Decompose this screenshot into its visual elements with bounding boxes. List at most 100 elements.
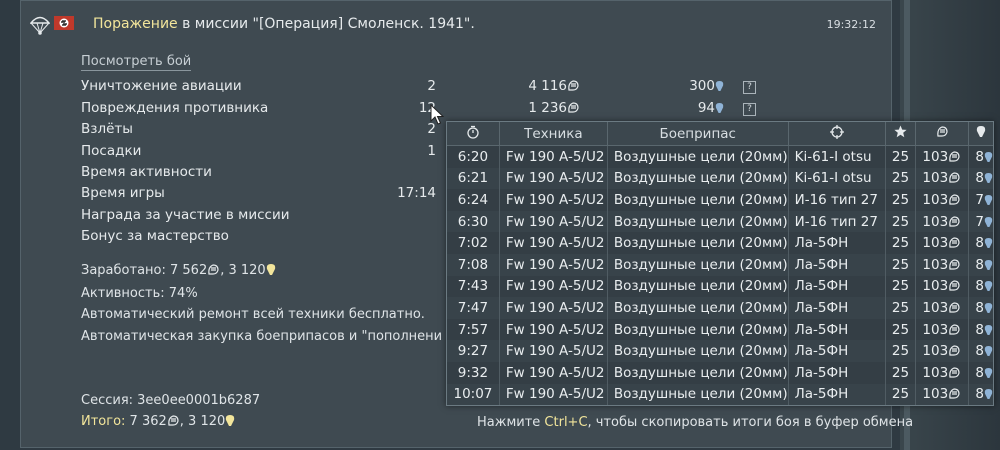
kill-ammo: Воздушные цели (20мм) xyxy=(607,383,789,406)
kill-score: 25 xyxy=(885,167,917,190)
col-score xyxy=(885,122,917,146)
col-vehicle: Техника xyxy=(499,122,608,146)
lion-icon xyxy=(937,126,948,137)
ctrl-c-key: Ctrl+C xyxy=(544,415,588,430)
kill-lions: 103 xyxy=(915,210,970,233)
kill-target: Ла-5ФН xyxy=(788,232,886,254)
stat-count: 2 xyxy=(427,78,436,94)
target-icon xyxy=(829,124,844,139)
research-point-icon xyxy=(984,367,993,378)
kill-rp: 8 xyxy=(969,362,993,384)
message-time: 19:32:12 xyxy=(826,18,876,31)
kill-vehicle: Fw 190 A-5/U2 xyxy=(499,167,608,190)
stat-label: Награда за участие в миссии xyxy=(81,207,290,223)
kill-rp: 8 xyxy=(968,167,993,190)
kill-row: 7:08 Fw 190 A-5/U2 Воздушные цели (20мм) Ла… xyxy=(447,253,993,276)
lion-icon xyxy=(949,259,960,270)
star-icon xyxy=(894,125,907,138)
stat-label: Посадки xyxy=(81,143,142,159)
view-battle-link[interactable]: Посмотреть бой xyxy=(81,54,192,71)
research-point-icon xyxy=(984,324,993,335)
research-point-icon xyxy=(984,238,993,249)
earned-line: Заработано: 7 562, 3 120 xyxy=(81,263,276,278)
kill-lions: 103 xyxy=(915,361,970,384)
lion-icon xyxy=(949,194,960,205)
kill-lions: 103 xyxy=(915,383,970,406)
kill-rp: 8 xyxy=(969,146,993,168)
kill-vehicle: Fw 190 A-5/U2 xyxy=(499,189,608,211)
kill-lions: 103 xyxy=(915,189,970,211)
kill-time: 7:02 xyxy=(447,232,500,254)
kill-lions: 103 xyxy=(915,297,970,319)
copy-hint: Нажмите Ctrl+C, чтобы скопировать итоги … xyxy=(477,415,914,430)
kill-ammo: Воздушные цели (20мм) xyxy=(607,340,789,362)
kill-row: 6:20 Fw 190 A-5/U2 Воздушные цели (20мм) Ki… xyxy=(447,145,993,168)
stat-label: Бонус за мастерство xyxy=(81,228,229,244)
stat-label: Уничтожение авиации xyxy=(81,78,242,94)
german-flag-icon xyxy=(54,16,74,30)
question-icon[interactable]: ? xyxy=(743,103,756,116)
kill-row: 6:21 Fw 190 A-5/U2 Воздушные цели (20мм) Ki… xyxy=(447,167,993,190)
kill-rp: 7 xyxy=(969,189,993,211)
kill-score: 25 xyxy=(885,318,917,341)
activity-line: Активность: 74% xyxy=(81,286,198,301)
kill-time: 7:43 xyxy=(447,275,500,298)
lion-icon xyxy=(949,237,960,248)
stat-label: Время игры xyxy=(81,185,165,201)
lion-icon xyxy=(168,415,179,426)
kill-target: Ла-5ФН xyxy=(788,340,886,362)
kill-row: 6:30 Fw 190 A-5/U2 Воздушные цели (20мм) И-… xyxy=(447,210,993,233)
kill-row: 7:43 Fw 190 A-5/U2 Воздушные цели (20мм) Ла… xyxy=(447,275,993,298)
kill-ammo: Воздушные цели (20мм) xyxy=(607,253,789,276)
kill-target: Ла-5ФН xyxy=(788,361,886,384)
kill-ammo: Воздушные цели (20мм) xyxy=(607,275,789,298)
kills-table: Техника Боеприпас 6:20 Fw 190 A-5/U2 Возду… xyxy=(447,122,993,406)
stat-lions: 4 116 xyxy=(528,78,580,94)
kill-rp: 8 xyxy=(968,383,993,406)
lion-icon xyxy=(949,388,960,399)
stat-rp: 94 xyxy=(698,100,724,116)
kill-lions: 103 xyxy=(915,275,970,298)
research-point-icon xyxy=(984,151,993,162)
lion-icon xyxy=(949,302,960,313)
kill-time: 6:30 xyxy=(447,210,500,233)
col-target xyxy=(788,122,886,146)
research-point-icon xyxy=(984,303,993,313)
auto-purchase-line: Автоматическая закупка боеприпасов и "по… xyxy=(81,329,443,344)
kill-ammo: Воздушные цели (20мм) xyxy=(607,167,789,190)
kill-vehicle: Fw 190 A-5/U2 xyxy=(499,253,608,276)
kill-vehicle: Fw 190 A-5/U2 xyxy=(499,361,608,384)
kill-vehicle: Fw 190 A-5/U2 xyxy=(499,383,608,406)
kill-rp: 8 xyxy=(968,340,993,362)
lion-icon xyxy=(949,323,960,335)
lion-icon xyxy=(568,102,579,113)
kill-time: 6:21 xyxy=(447,167,500,190)
kill-row: 7:47 Fw 190 A-5/U2 Воздушные цели (20мм) Ла… xyxy=(447,297,993,319)
lion-icon xyxy=(949,151,960,162)
kills-detail-tooltip: Техника Боеприпас 6:20 Fw 190 A-5/U2 Возду… xyxy=(446,121,994,406)
research-point-icon xyxy=(984,281,993,292)
research-point-icon xyxy=(984,389,993,400)
research-point-icon xyxy=(715,81,724,91)
message-header: Поражение в миссии "[Операция] Смоленск.… xyxy=(30,10,890,40)
session-line: Сессия: 3ee0ee0001b6287 xyxy=(81,393,261,408)
kill-row: 6:24 Fw 190 A-5/U2 Воздушные цели (20мм) И-… xyxy=(447,189,993,211)
kill-ammo: Воздушные цели (20мм) xyxy=(607,210,789,233)
col-time xyxy=(447,122,500,146)
kill-time: 9:27 xyxy=(447,340,500,362)
kill-target: Ла-5ФН xyxy=(788,297,886,319)
kill-target: Ki-61-I otsu xyxy=(788,145,886,168)
research-point-icon xyxy=(984,195,993,205)
question-icon[interactable]: ? xyxy=(743,81,756,94)
kill-ammo: Воздушные цели (20мм) xyxy=(607,232,789,254)
lion-icon xyxy=(208,264,219,275)
col-rp xyxy=(968,122,993,146)
stat-label: Повреждения противника xyxy=(81,100,269,116)
stat-rp: 300 xyxy=(689,78,724,94)
kill-target: И-16 тип 27 xyxy=(788,189,886,211)
kill-rp: 8 xyxy=(968,297,993,319)
kill-rp: 8 xyxy=(969,276,993,298)
research-point-icon xyxy=(715,103,724,113)
kill-rp: 8 xyxy=(969,319,993,341)
kill-time: 9:32 xyxy=(447,361,500,384)
